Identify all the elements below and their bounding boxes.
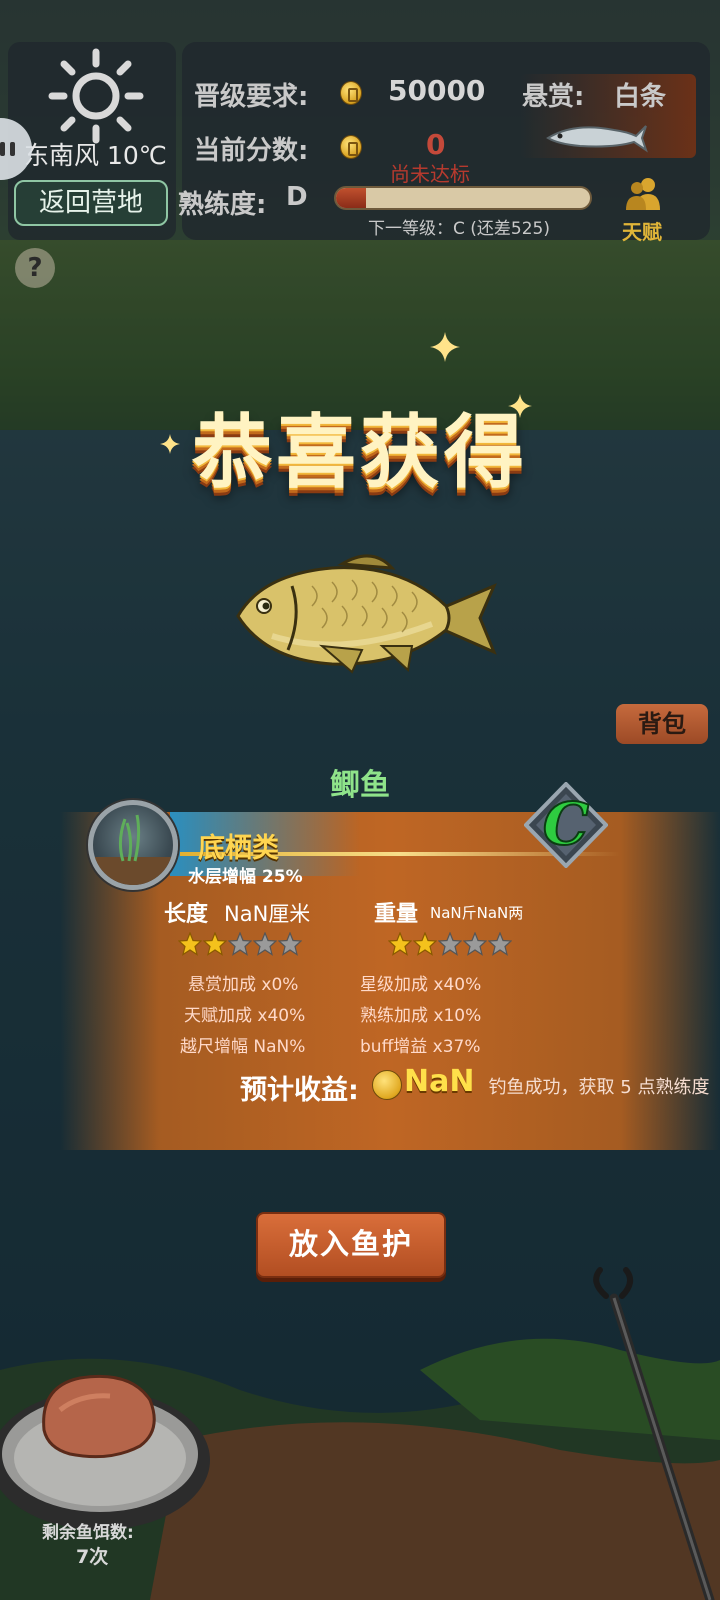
wind-temperature: 东南风 10℃ [24, 141, 167, 170]
talent-label[interactable]: 天赋 [622, 216, 662, 245]
return-camp-button[interactable]: 返回营地 [14, 180, 168, 226]
proficiency-progress-fill [336, 188, 367, 208]
star-bonus: 星级加成 x40% [360, 975, 482, 995]
bounty-bonus: 悬赏加成 x0% [188, 975, 299, 995]
current-score-label: 当前分数: [194, 136, 309, 166]
weight-label: 重量 [374, 902, 419, 927]
habitat-bonus: 水层增幅 25% [188, 867, 303, 887]
star-filled-icon [413, 932, 437, 956]
length-value: NaN厘米 [224, 902, 311, 926]
proficiency-grade: D [286, 182, 308, 212]
coin-icon [340, 81, 362, 105]
fishing-rod-icon[interactable] [580, 1262, 720, 1600]
star-filled-icon [178, 932, 202, 956]
grade-c-badge: C [524, 782, 608, 868]
coin-icon [340, 135, 362, 159]
grade-letter: C [543, 790, 589, 858]
bounty-fish-name: 白条 [614, 82, 667, 112]
sparkle-icon [430, 332, 460, 362]
star-filled-icon [388, 932, 412, 956]
weight-value: NaN斤NaN两 [430, 904, 524, 922]
proficiency-bonus: 熟练加成 x10% [360, 1006, 482, 1026]
star-empty-icon [438, 932, 462, 956]
star-empty-icon [253, 932, 277, 956]
current-score-value: 0 [426, 128, 446, 161]
buff-bonus: buff增益 x37% [360, 1037, 481, 1057]
habitat-type: 底栖类 [198, 833, 279, 864]
habitat-icon [88, 800, 178, 890]
weight-star-rating [388, 932, 513, 958]
congrats-title: 恭喜获得 [192, 406, 528, 499]
coin-icon [372, 1070, 402, 1100]
estimated-earnings-label: 预计收益: [240, 1075, 359, 1106]
remaining-bait-count: 7次 [76, 1546, 109, 1568]
talent-bonus: 天赋加成 x40% [184, 1006, 306, 1026]
proficiency-label: 熟练度: [178, 190, 267, 220]
not-reached-status: 尚未达标 [390, 162, 470, 186]
backpack-button[interactable]: 背包 [616, 704, 708, 744]
put-in-fish-basket-button[interactable]: 放入鱼护 [256, 1212, 446, 1278]
remaining-bait-label: 剩余鱼饵数: [42, 1523, 134, 1543]
upgrade-requirement-label: 晋级要求: [194, 82, 309, 112]
bounty-fish-icon [546, 125, 648, 153]
help-icon[interactable]: ? [15, 248, 55, 288]
oversize-bonus: 越尺增幅 NaN% [180, 1037, 306, 1057]
star-empty-icon [228, 932, 252, 956]
star-filled-icon [203, 932, 227, 956]
talent-icon[interactable] [624, 176, 662, 212]
crucian-carp-illustration [236, 554, 497, 674]
length-label: 长度 [164, 902, 209, 927]
proficiency-gain-message: 钓鱼成功，获取 5 点熟练度 [488, 1077, 710, 1098]
star-empty-icon [488, 932, 512, 956]
star-empty-icon [278, 932, 302, 956]
next-level-hint: 下一等级：C (还差525) [368, 219, 550, 239]
sun-icon [48, 48, 144, 144]
length-star-rating [178, 932, 303, 958]
proficiency-progress-bar [334, 186, 592, 210]
upgrade-requirement-value: 50000 [388, 74, 486, 107]
bounty-label: 悬赏: [522, 82, 585, 112]
fish-name: 鲫鱼 [330, 768, 390, 803]
star-empty-icon [463, 932, 487, 956]
estimated-earnings-value: NaN [404, 1064, 475, 1099]
